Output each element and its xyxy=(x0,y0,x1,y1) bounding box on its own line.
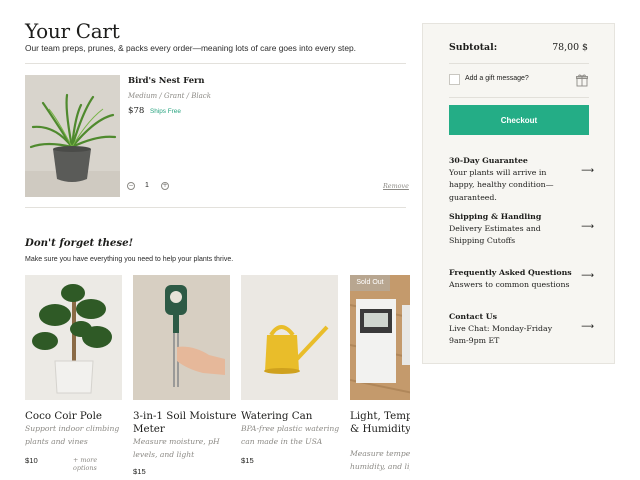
arrow-right-icon: ⟶ xyxy=(581,222,594,232)
product-image: Sold Out xyxy=(350,275,410,400)
recommendations-title: Don't forget these! xyxy=(25,237,134,249)
recommendations-carousel[interactable]: Coco Coir Pole Support indoor climbing p… xyxy=(25,275,410,480)
sold-out-badge: Sold Out xyxy=(350,275,390,291)
recommendations-subtitle: Make sure you have everything you need t… xyxy=(25,256,234,263)
product-description: Measure temperature, humidity, and light xyxy=(350,449,410,471)
info-title: 30-Day Guarantee xyxy=(449,156,528,165)
info-text: Live Chat: Monday-Friday 9am-9pm ET xyxy=(449,324,553,346)
contact-link[interactable]: Contact Us Live Chat: Monday-Friday 9am-… xyxy=(449,311,594,348)
arrow-right-icon: ⟶ xyxy=(581,322,594,332)
guarantee-link[interactable]: 30-Day Guarantee Your plants will arrive… xyxy=(449,155,594,204)
product-name: Light, Temperature & Humidity Meter xyxy=(350,410,410,435)
gift-icon xyxy=(575,72,589,87)
product-image xyxy=(25,275,122,400)
product-name: 3-in-1 Soil Moisture Meter xyxy=(133,410,237,435)
product-description: Measure moisture, pH levels, and light xyxy=(133,437,220,459)
info-title: Contact Us xyxy=(449,312,497,321)
arrow-right-icon: ⟶ xyxy=(581,271,594,281)
gift-message-label[interactable]: Add a gift message? xyxy=(465,75,529,82)
product-price: $78 xyxy=(128,106,145,116)
page-title: Your Cart xyxy=(25,19,120,43)
divider xyxy=(25,207,406,208)
plus-circle-icon: + xyxy=(162,182,168,189)
shipping-badge: Ships Free xyxy=(150,108,181,115)
more-options-link[interactable]: + more options xyxy=(73,456,122,472)
quantity-value: 1 xyxy=(145,182,149,189)
product-price: $15 xyxy=(241,456,254,465)
remove-link[interactable]: Remove xyxy=(383,182,409,190)
subtotal-label: Subtotal: xyxy=(449,42,498,53)
info-text: Answers to common questions xyxy=(449,280,570,289)
product-image xyxy=(133,275,230,400)
product-price: $15 xyxy=(133,467,146,476)
divider xyxy=(25,63,406,64)
gift-message-checkbox[interactable] xyxy=(449,74,460,85)
product-variant: Medium / Grant / Black xyxy=(128,92,211,100)
info-text: Your plants will arrive in happy, health… xyxy=(449,168,554,202)
info-text: Delivery Estimates and Shipping Cutoffs xyxy=(449,224,541,246)
arrow-right-icon: ⟶ xyxy=(581,166,594,176)
order-summary-panel: Subtotal: 78,00 $ Add a gift message? Ch… xyxy=(422,23,615,364)
product-name: Watering Can xyxy=(241,410,313,422)
divider xyxy=(449,63,589,64)
product-description: Support indoor climbing plants and vines xyxy=(25,424,120,446)
product-name[interactable]: Bird's Nest Fern xyxy=(128,75,205,85)
product-description: BPA-free plastic watering can made in th… xyxy=(241,424,340,446)
product-image[interactable] xyxy=(25,75,120,197)
shipping-link[interactable]: Shipping & Handling Delivery Estimates a… xyxy=(449,211,594,248)
increment-button[interactable]: + xyxy=(161,182,169,190)
info-title: Frequently Asked Questions xyxy=(449,268,572,277)
subtotal-value: 78,00 $ xyxy=(552,42,588,53)
page-subtitle: Our team preps, prunes, & packs every or… xyxy=(25,43,356,53)
info-title: Shipping & Handling xyxy=(449,212,542,221)
product-image xyxy=(241,275,338,400)
product-price: $10 xyxy=(25,456,38,465)
minus-circle-icon: − xyxy=(128,182,134,189)
product-name: Coco Coir Pole xyxy=(25,410,102,422)
decrement-button[interactable]: − xyxy=(127,182,135,190)
divider xyxy=(449,97,589,98)
checkout-button[interactable]: Checkout xyxy=(449,105,589,135)
faq-link[interactable]: Frequently Asked Questions Answers to co… xyxy=(449,267,594,291)
